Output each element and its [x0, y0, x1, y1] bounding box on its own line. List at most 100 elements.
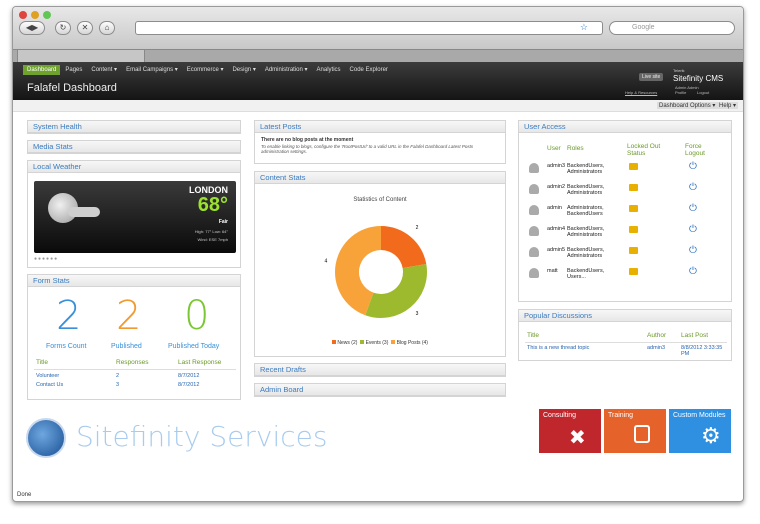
form-responses-contact[interactable]: 3 [116, 382, 119, 388]
legend-news: News (2) [337, 340, 358, 346]
admin-board-title[interactable]: Admin Board [255, 384, 505, 396]
content-donut-chart: 2 3 4 [324, 225, 427, 318]
user-name-cell: admin [547, 205, 562, 211]
admin-board-panel: Admin Board [254, 383, 506, 397]
zoom-window-icon[interactable] [43, 11, 51, 19]
brand-logo: Sitefinity CMS [673, 74, 724, 83]
user-access-title[interactable]: User Access [519, 121, 731, 133]
col-roles: Roles [567, 145, 584, 152]
lock-icon[interactable] [629, 268, 638, 275]
lock-icon[interactable] [629, 205, 638, 212]
user-roles-cell: BackendUsers, Administrators [567, 184, 605, 196]
power-icon[interactable]: ⏻ [689, 245, 697, 256]
discussion-author[interactable]: admin3 [647, 345, 665, 351]
power-icon[interactable]: ⏻ [689, 266, 697, 277]
lock-icon[interactable] [629, 184, 638, 191]
menu-content[interactable]: Content ▾ [87, 64, 121, 75]
slice-label: 4 [324, 258, 327, 264]
search-field[interactable]: Google [609, 21, 735, 35]
bookmark-star-icon[interactable]: ☆ [580, 22, 588, 33]
form-responses-volunteer[interactable]: 2 [116, 373, 119, 379]
form-last-volunteer[interactable]: 8/7/2012 [178, 373, 199, 379]
col-author: Author [647, 332, 667, 339]
live-site-button[interactable]: Live site [639, 73, 664, 81]
recent-drafts-title[interactable]: Recent Drafts [255, 364, 505, 376]
chart-title: Statistics of Content [353, 197, 407, 203]
published-label: Published [111, 343, 142, 350]
col-responses: Responses [116, 359, 149, 366]
col-title: Title [36, 359, 49, 366]
services-heading: Sitefinity Services [76, 420, 328, 453]
legend-blogposts: Blog Posts (4) [396, 340, 428, 346]
legend-blogposts-swatch [391, 340, 396, 344]
col-user: User [547, 145, 561, 152]
no-posts-message: There are no blog posts at the moment [261, 137, 354, 143]
system-health-title[interactable]: System Health [28, 121, 240, 133]
published-today-value: 0 [184, 293, 210, 339]
legend-news-swatch [332, 340, 337, 344]
custom-modules-tile[interactable]: Custom Modules ⚙ [669, 409, 731, 453]
consulting-tile[interactable]: Consulting ✖ [539, 409, 601, 453]
user-roles-cell: Administrators, BackendUsers [567, 205, 604, 217]
media-stats-title[interactable]: Media Stats [28, 141, 240, 153]
home-button[interactable]: ⌂ [99, 21, 115, 35]
help-resources-link[interactable]: Help & Resources [625, 90, 657, 95]
form-last-contact[interactable]: 8/7/2012 [178, 382, 199, 388]
power-icon[interactable]: ⏻ [689, 161, 697, 172]
menu-administration[interactable]: Administration ▾ [261, 64, 312, 75]
minimize-window-icon[interactable] [31, 11, 39, 19]
form-title-volunteer[interactable]: Volunteer [36, 373, 59, 379]
training-tile[interactable]: Training [604, 409, 666, 453]
stop-button[interactable]: ✕ [77, 21, 93, 35]
dashboard-options-button[interactable]: Dashboard Options ▾ [657, 102, 718, 109]
reload-button[interactable]: ↻ [55, 21, 71, 35]
menu-design[interactable]: Design ▾ [228, 64, 259, 75]
menu-email-campaigns[interactable]: Email Campaigns ▾ [122, 64, 182, 75]
forms-count-value: 2 [56, 293, 82, 339]
table-divider [34, 369, 236, 370]
popular-discussions-panel: Popular Discussions Title Author Last Po… [518, 309, 732, 361]
popular-discussions-title[interactable]: Popular Discussions [519, 310, 731, 322]
menu-ecommerce[interactable]: Ecommerce ▾ [183, 64, 228, 75]
weather-hilo: High: 77° Low: 64° [194, 229, 228, 234]
logout-link[interactable]: Logout [697, 90, 709, 95]
user-roles-cell: BackendUsers, Administrators [567, 247, 605, 259]
close-window-icon[interactable] [19, 11, 27, 19]
form-stats-title[interactable]: Form Stats [28, 275, 240, 287]
latest-posts-panel: Latest Posts There are no blog posts at … [254, 120, 506, 164]
power-icon[interactable]: ⏻ [689, 224, 697, 235]
user-name-cell: admin3 [547, 163, 566, 169]
latest-posts-title[interactable]: Latest Posts [255, 121, 505, 133]
user-access-panel: User Access User Roles Locked Out Status… [518, 120, 732, 302]
menu-pages[interactable]: Pages [61, 65, 86, 75]
power-icon[interactable]: ⏻ [689, 203, 697, 214]
tab-bar [13, 49, 743, 63]
user-name-cell: matt [547, 268, 558, 274]
weather-widget: LONDON 68° Fair High: 77° Low: 64° Wind:… [34, 181, 236, 253]
discussion-link[interactable]: This is a new thread topic [527, 345, 589, 351]
col-locked: Locked Out Status [627, 143, 661, 157]
weather-wind: Wind: ESE 7mph [197, 237, 228, 242]
lock-icon[interactable] [629, 163, 638, 170]
forms-count-label: Forms Count [46, 343, 87, 350]
menu-analytics[interactable]: Analytics [313, 65, 345, 75]
power-icon[interactable]: ⏻ [689, 182, 697, 193]
form-title-contact[interactable]: Contact Us [36, 382, 63, 388]
lock-icon[interactable] [629, 247, 638, 254]
menu-dashboard[interactable]: Dashboard [23, 64, 61, 75]
discussion-last-post[interactable]: 8/8/2012 3:33:35 PM [681, 345, 731, 357]
col-force-logout: Force Logout [685, 143, 705, 157]
published-today-label: Published Today [168, 343, 220, 350]
profile-link[interactable]: Profile [675, 90, 686, 95]
content-stats-title[interactable]: Content Stats [255, 172, 505, 184]
weather-pager[interactable]: ●●●●●● [34, 256, 58, 262]
lock-icon[interactable] [629, 226, 638, 233]
weather-temp: 68° [197, 194, 228, 216]
menu-code-explorer[interactable]: Code Explorer [346, 65, 392, 75]
local-weather-title[interactable]: Local Weather [28, 161, 240, 173]
back-button[interactable]: ◀▶ [19, 21, 45, 35]
user-name-cell: admin2 [547, 184, 566, 190]
help-button[interactable]: Help ▾ [717, 102, 739, 109]
address-bar[interactable]: ☆ [135, 21, 603, 35]
user-roles-cell: BackendUsers, Administrators [567, 226, 605, 238]
